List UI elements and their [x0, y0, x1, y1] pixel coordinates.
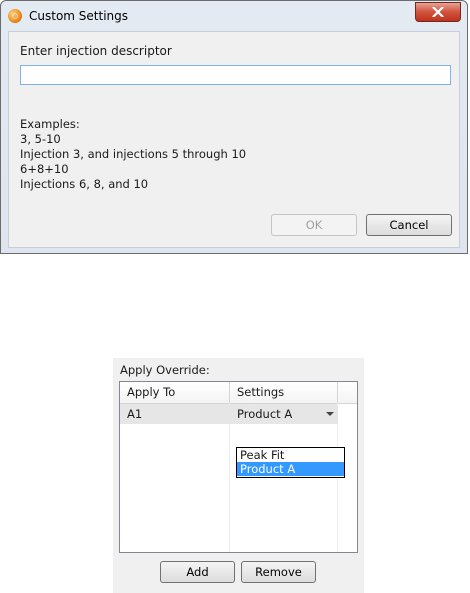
injection-descriptor-input[interactable]: [20, 65, 451, 85]
override-grid: Apply To Settings A1 Product A Peak Fit …: [119, 381, 358, 553]
custom-settings-dialog: ○ Custom Settings Enter injection descri…: [0, 0, 468, 254]
example-line: 6+8+10: [20, 162, 69, 176]
dialog-title: Custom Settings: [29, 9, 129, 23]
example-line: Injection 3, and injections 5 through 10: [20, 147, 247, 161]
close-button[interactable]: [415, 2, 461, 22]
app-logo-icon: ○: [8, 9, 22, 23]
chevron-down-icon[interactable]: [326, 412, 334, 416]
table-row[interactable]: A1 Product A: [120, 404, 338, 424]
settings-dropdown-list: Peak Fit Product A: [236, 447, 345, 478]
grid-header: Apply To Settings: [120, 382, 357, 404]
settings-value: Product A: [237, 407, 293, 421]
examples-block: Examples: 3, 5-10 Injection 3, and injec…: [20, 117, 246, 192]
descriptor-prompt: Enter injection descriptor: [20, 44, 172, 58]
apply-to-cell[interactable]: A1: [120, 404, 230, 424]
dropdown-option-product-a[interactable]: Product A: [237, 462, 344, 476]
apply-override-label: Apply Override:: [120, 363, 210, 377]
settings-dropdown[interactable]: Product A: [230, 404, 338, 424]
column-divider: [229, 403, 230, 552]
close-icon: [432, 7, 444, 17]
cancel-button[interactable]: Cancel: [366, 214, 452, 236]
example-line: 3, 5-10: [20, 132, 61, 146]
example-line: Injections 6, 8, and 10: [20, 177, 149, 191]
add-button[interactable]: Add: [160, 561, 235, 583]
remove-button[interactable]: Remove: [241, 561, 316, 583]
dropdown-option-peak-fit[interactable]: Peak Fit: [237, 448, 344, 462]
column-header-apply-to[interactable]: Apply To: [120, 382, 230, 403]
apply-override-panel: Apply Override: Apply To Settings A1 Pro…: [113, 358, 364, 593]
ok-button[interactable]: OK: [271, 214, 357, 236]
dialog-body: Enter injection descriptor Examples: 3, …: [8, 31, 460, 248]
examples-heading: Examples:: [20, 117, 80, 131]
column-header-settings[interactable]: Settings: [230, 382, 338, 403]
title-bar[interactable]: ○ Custom Settings: [1, 1, 467, 31]
